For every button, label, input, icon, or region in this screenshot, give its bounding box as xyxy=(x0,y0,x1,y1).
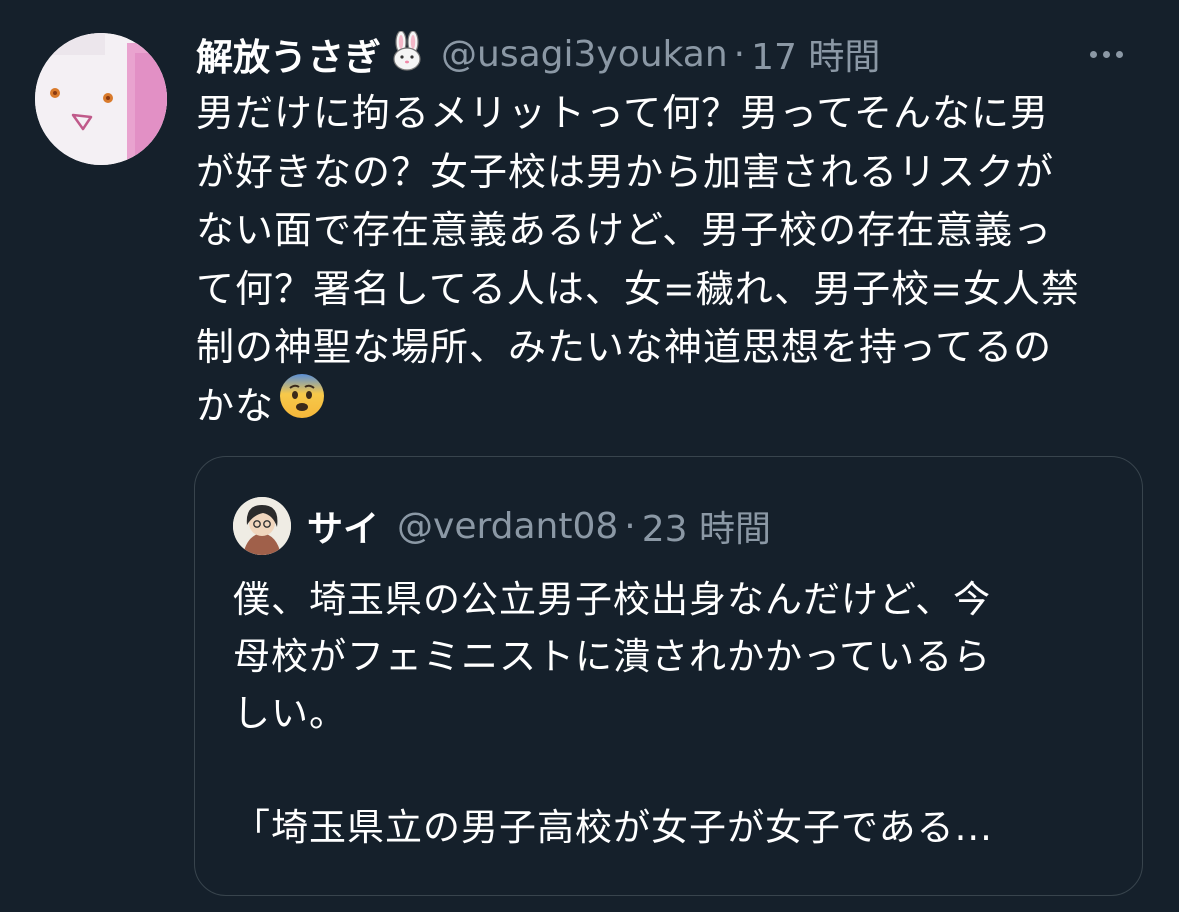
user-handle[interactable]: @usagi3youkan xyxy=(441,34,728,75)
tweet-body-text: 男だけに拘るメリットって何？男ってそんなに男 が好きなの？女子校は男から加害され… xyxy=(196,91,1080,428)
tweet-header: 解放うさぎ @usagi3youkan · 17 時間 xyxy=(196,26,1136,82)
separator-dot: · xyxy=(733,33,746,75)
rabbit-emoji-icon xyxy=(387,29,427,78)
quoted-tweet-card[interactable]: サイ @verdant08 · 23 時間 僕、埼玉県の公立男子校出身なんだけど… xyxy=(194,456,1143,896)
quoted-avatar-image xyxy=(233,497,291,555)
tweet-body: 男だけに拘るメリットって何？男ってそんなに男 が好きなの？女子校は男から加害され… xyxy=(196,84,1141,436)
tweet: 解放うさぎ @usagi3youkan · 17 時間 男だけに拘るメリットって… xyxy=(0,0,1179,912)
quoted-tweet-excerpt: 「埼玉県立の男子高校が女子が女子である... xyxy=(233,806,993,849)
quoted-tweet-header: サイ @verdant08 · 23 時間 xyxy=(233,497,771,555)
more-horizontal-icon[interactable] xyxy=(1076,26,1136,82)
quoted-user-handle[interactable]: @verdant08 xyxy=(397,506,618,547)
display-name[interactable]: 解放うさぎ xyxy=(196,27,381,81)
fearful-face-emoji-icon xyxy=(278,372,326,437)
quoted-avatar xyxy=(233,497,291,555)
quoted-timestamp[interactable]: 23 時間 xyxy=(642,500,771,552)
avatar[interactable] xyxy=(35,33,167,165)
timestamp[interactable]: 17 時間 xyxy=(751,28,880,80)
avatar-rabbit-image xyxy=(35,33,167,165)
quoted-separator-dot: · xyxy=(624,505,636,547)
quoted-tweet-body: 僕、埼玉県の公立男子校出身なんだけど、今 母校がフェミニストに潰されかかっている… xyxy=(233,578,992,735)
quoted-display-name[interactable]: サイ xyxy=(307,500,379,552)
